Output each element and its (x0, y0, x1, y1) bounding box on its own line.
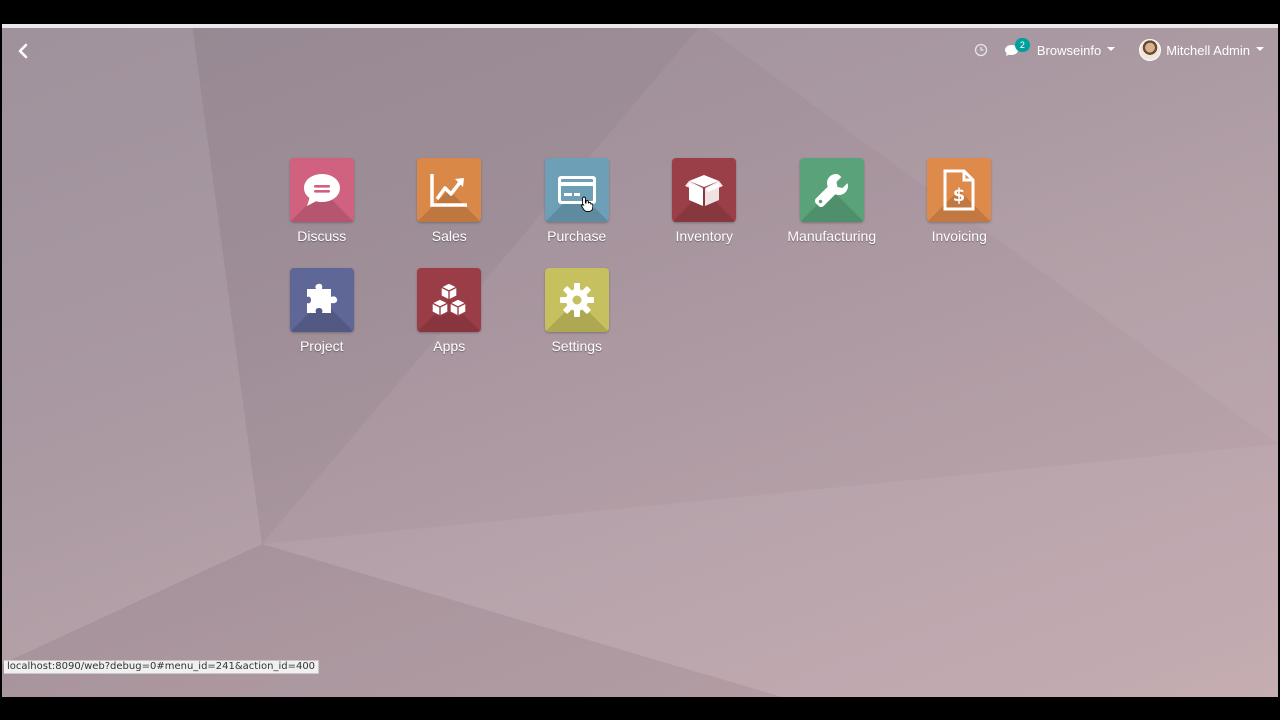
gear-icon (559, 283, 594, 317)
app-icon-tile (672, 158, 737, 222)
clock-icon (974, 43, 988, 57)
svg-text:$: $ (953, 185, 966, 206)
app-apps[interactable]: Apps (386, 268, 514, 364)
messaging-menu-button[interactable]: 2 (1004, 37, 1030, 57)
app-label: Settings (551, 338, 603, 354)
avatar (1139, 39, 1162, 61)
status-bar-url: localhost:8090/web?debug=0#menu_id=241&a… (4, 660, 320, 674)
app-label: Purchase (547, 228, 607, 244)
app-label: Inventory (675, 228, 734, 244)
app-icon-tile: $ (927, 158, 992, 222)
systray: 2 Browseinfo Mitchell Admin (974, 37, 1264, 62)
apps-grid: Discuss Sales Purchase Inventory Manufac… (258, 158, 1024, 364)
box-icon (685, 175, 724, 206)
top-strip (2, 24, 1278, 28)
caret-down-icon (1107, 47, 1116, 51)
app-inventory[interactable]: Inventory (641, 158, 769, 254)
puzzle-icon (306, 283, 337, 313)
invoice-dollar-icon: $ (943, 169, 975, 211)
user-menu[interactable]: Mitchell Admin (1139, 39, 1264, 61)
app-label: Sales (431, 228, 467, 244)
app-label: Discuss (297, 228, 347, 244)
app-icon-tile (289, 158, 354, 222)
app-discuss[interactable]: Discuss (258, 158, 386, 254)
app-settings[interactable]: Settings (513, 268, 641, 364)
app-label: Manufacturing (787, 228, 877, 244)
chat-bubble-icon (303, 174, 340, 206)
app-icon-tile (544, 268, 609, 332)
user-name: Mitchell Admin (1166, 42, 1250, 58)
company-switcher[interactable]: Browseinfo (1036, 42, 1116, 58)
app-purchase[interactable]: Purchase (513, 158, 641, 254)
messaging-badge: 2 (1014, 37, 1030, 52)
cubes-icon (431, 282, 467, 317)
back-button[interactable] (12, 40, 34, 62)
trend-chart-icon (430, 174, 468, 207)
app-manufacturing[interactable]: Manufacturing (768, 158, 896, 254)
app-label: Project (299, 338, 344, 354)
app-icon-tile (799, 158, 864, 222)
app-sales[interactable]: Sales (386, 158, 514, 254)
app-icon-tile (289, 268, 354, 332)
app-invoicing[interactable]: $ Invoicing (896, 158, 1024, 254)
app-icon-tile (417, 268, 482, 332)
credit-card-icon (557, 176, 596, 204)
app-icon-tile (544, 158, 609, 222)
activity-menu-button[interactable] (974, 43, 988, 57)
screen: 2 Browseinfo Mitchell Admin Discuss Sale… (0, 0, 1280, 720)
chevron-left-icon (18, 43, 28, 59)
caret-down-icon (1256, 47, 1264, 51)
wrench-icon (814, 174, 848, 208)
app-project[interactable]: Project (258, 268, 386, 364)
app-icon-tile (417, 158, 482, 222)
app-label: Invoicing (931, 228, 987, 244)
app-label: Apps (433, 338, 466, 354)
home-menu-background: 2 Browseinfo Mitchell Admin Discuss Sale… (2, 24, 1278, 697)
company-name: Browseinfo (1036, 42, 1102, 58)
